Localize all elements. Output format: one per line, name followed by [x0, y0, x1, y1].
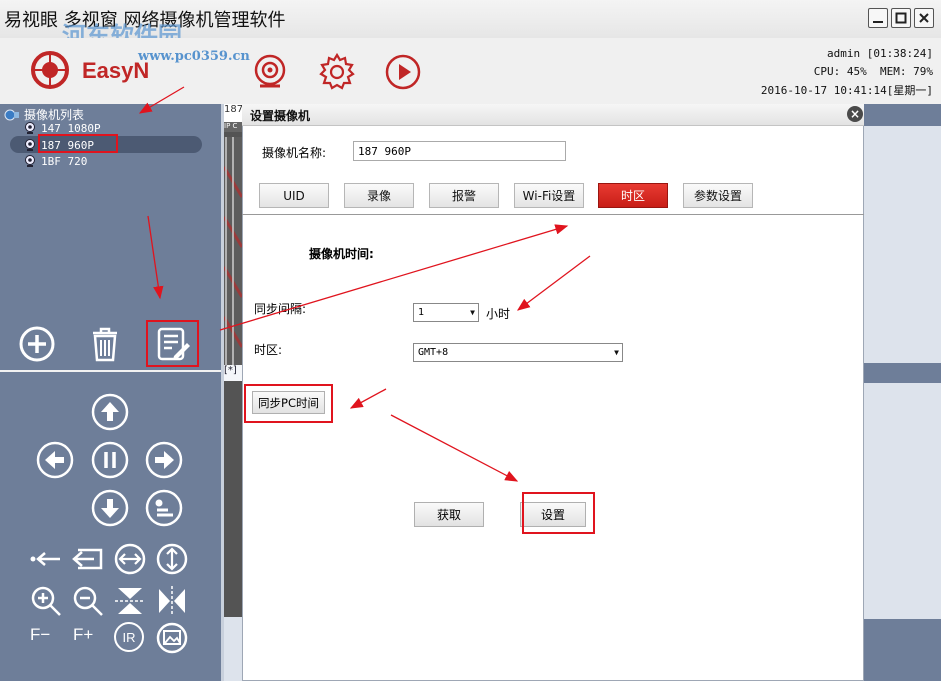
pan-up-button[interactable] — [90, 392, 130, 432]
zoom-in-icon[interactable] — [28, 584, 64, 618]
camera-icon[interactable] — [250, 52, 290, 92]
camera-list-icon — [4, 109, 19, 120]
tab-alarm[interactable]: 报警 — [429, 183, 499, 208]
annotation-box-sync-pc — [244, 384, 333, 423]
camera-name-label: 摄像机名称: — [262, 146, 327, 160]
maximize-icon — [895, 12, 907, 24]
video-title: 187 960P — [224, 104, 242, 122]
flip-horizontal-icon[interactable] — [154, 584, 190, 618]
chevron-down-icon: ▼ — [470, 308, 475, 317]
annotation-box-edit — [146, 320, 199, 367]
video-slot-bottom — [864, 383, 941, 619]
sync-interval-label: 同步间隔: — [254, 302, 307, 316]
move-to-start-icon[interactable] — [70, 542, 106, 576]
video-slot-top — [864, 126, 941, 363]
dialog-close-button[interactable]: × — [847, 106, 863, 122]
video-frame — [224, 137, 242, 377]
vertical-cruise-icon[interactable] — [154, 542, 190, 576]
webcam-icon — [25, 139, 35, 151]
tab-divider — [242, 214, 864, 215]
delete-camera-button[interactable] — [83, 322, 127, 366]
tab-uid[interactable]: UID — [259, 183, 329, 208]
pan-left-button[interactable] — [35, 440, 75, 480]
dialog-title: 设置摄像机 — [250, 109, 311, 123]
chevron-down-icon: ▼ — [614, 348, 619, 357]
cpu-mem-status: CPU: 45% MEM: 79% — [813, 65, 933, 78]
add-camera-button[interactable] — [15, 322, 59, 366]
webcam-icon — [25, 155, 35, 167]
sync-interval-select[interactable]: 1 ▼ — [413, 303, 479, 322]
gear-icon[interactable] — [317, 52, 357, 92]
camera-name-input[interactable]: 187 960P — [353, 141, 566, 161]
watermark-url: www.pc0359.cn — [138, 49, 250, 64]
focus-minus-button[interactable]: F− — [30, 625, 66, 651]
annotation-box-set — [522, 492, 595, 534]
pan-right-button[interactable] — [144, 440, 184, 480]
sync-interval-value: 1 — [418, 307, 425, 318]
tab-parameters[interactable]: 参数设置 — [683, 183, 753, 208]
flip-vertical-icon[interactable] — [112, 584, 148, 618]
image-settings-icon[interactable] — [154, 621, 190, 655]
timezone-value: GMT+8 — [418, 347, 449, 358]
dialog-header — [242, 104, 864, 126]
camera-item-label: 147 1080P — [41, 121, 101, 135]
horizontal-cruise-icon[interactable] — [112, 542, 148, 576]
close-icon: × — [849, 107, 861, 121]
pan-down-button[interactable] — [90, 488, 130, 528]
datetime-status: 2016-10-17 10:41:14[星期一] — [760, 84, 933, 97]
timezone-select[interactable]: GMT+8 ▼ — [413, 343, 623, 362]
tab-wifi[interactable]: Wi-Fi设置 — [514, 183, 584, 208]
user-status: admin [01:38:24] — [827, 47, 933, 60]
panel-divider-line — [0, 370, 221, 372]
step-left-icon[interactable] — [28, 542, 64, 576]
sync-interval-unit: 小时 — [486, 307, 511, 321]
tab-record[interactable]: 录像 — [344, 183, 414, 208]
pause-button[interactable] — [90, 440, 130, 480]
easyn-logo-icon — [31, 51, 69, 89]
timezone-label: 时区: — [254, 343, 283, 357]
zoom-out-icon[interactable] — [70, 584, 106, 618]
video-status-bar: [*] — [224, 365, 242, 381]
minimize-button[interactable] — [868, 8, 888, 28]
camera-time-heading: 摄像机时间: — [309, 247, 374, 261]
close-icon — [919, 13, 929, 23]
get-button[interactable]: 获取 — [414, 502, 484, 527]
focus-plus-button[interactable]: F+ — [73, 625, 109, 651]
play-icon[interactable] — [383, 52, 423, 92]
camera-item-label: 1BF 720 — [41, 154, 88, 168]
minimize-icon — [873, 21, 883, 23]
close-window-button[interactable] — [914, 8, 934, 28]
webcam-icon — [25, 122, 35, 134]
preset-list-button[interactable] — [144, 488, 184, 528]
ir-button[interactable]: IR — [114, 622, 144, 652]
maximize-button[interactable] — [891, 8, 911, 28]
camera-item[interactable]: 1BF 720 — [24, 153, 87, 169]
video-tag: IP C — [224, 122, 242, 132]
annotation-box-camera — [38, 134, 118, 153]
tab-timezone[interactable]: 时区 — [598, 183, 668, 208]
